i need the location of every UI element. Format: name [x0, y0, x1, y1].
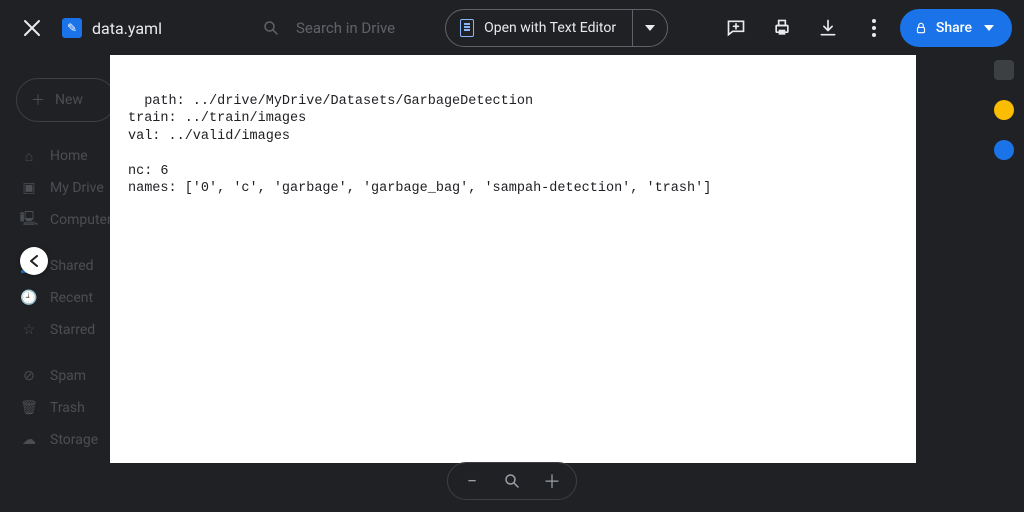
search-icon — [262, 19, 280, 37]
side-panel — [984, 60, 1024, 160]
close-button[interactable] — [12, 8, 52, 48]
keep-chip[interactable] — [994, 100, 1014, 120]
caret-down-icon — [645, 25, 655, 31]
file-content-viewer: path: ../drive/MyDrive/Datasets/GarbageD… — [110, 55, 916, 463]
open-with-pill: Open with Text Editor — [445, 9, 668, 47]
zoom-reset-button[interactable] — [494, 463, 530, 499]
close-icon — [23, 19, 41, 37]
zoom-in-button[interactable]: ＋ — [534, 463, 570, 499]
text-file-icon — [62, 18, 82, 38]
more-actions-button[interactable] — [854, 8, 894, 48]
open-with-button[interactable]: Open with Text Editor — [446, 19, 632, 37]
comment-plus-icon — [726, 18, 746, 38]
filename-label: data.yaml — [92, 19, 162, 38]
computer-icon: 🖳 — [20, 208, 38, 232]
open-with-label: Open with Text Editor — [484, 20, 616, 36]
spam-icon: ⊘ — [20, 368, 38, 384]
calendar-chip[interactable] — [994, 60, 1014, 80]
plus-icon: ＋ — [543, 468, 561, 494]
cloud-icon: ☁ — [20, 432, 38, 448]
download-button[interactable] — [808, 8, 848, 48]
star-icon: ☆ — [20, 322, 38, 338]
lock-icon — [914, 21, 928, 35]
clock-icon: 🕘 — [20, 290, 38, 306]
search-placeholder: Search in Drive — [296, 19, 395, 37]
collapse-handle[interactable] — [20, 247, 48, 275]
tasks-chip[interactable] — [994, 140, 1014, 160]
download-icon — [818, 18, 838, 38]
open-with-dropdown[interactable] — [633, 25, 667, 31]
share-button-label: Share — [936, 20, 972, 36]
text-editor-icon — [460, 19, 474, 37]
zoom-out-button[interactable]: − — [454, 463, 490, 499]
home-icon: ⌂ — [20, 148, 38, 165]
add-comment-button[interactable] — [716, 8, 756, 48]
printer-icon — [772, 18, 792, 38]
drive-icon: ▣ — [20, 180, 38, 196]
chevron-left-icon — [30, 255, 38, 267]
trash-icon: 🗑 — [20, 400, 38, 416]
file-content-text: path: ../drive/MyDrive/Datasets/GarbageD… — [128, 94, 711, 197]
new-button-label: New — [55, 92, 83, 108]
magnifier-icon — [503, 472, 521, 490]
print-button[interactable] — [762, 8, 802, 48]
kebab-icon — [872, 19, 876, 37]
caret-down-icon — [984, 25, 994, 31]
share-button[interactable]: Share — [900, 9, 1012, 47]
new-button[interactable]: ＋ New — [16, 78, 116, 122]
minus-icon: − — [467, 471, 477, 492]
preview-topbar: data.yaml Search in Drive Open with Text… — [0, 0, 1024, 56]
plus-icon: ＋ — [31, 90, 45, 110]
zoom-toolbar: − ＋ — [447, 462, 577, 500]
